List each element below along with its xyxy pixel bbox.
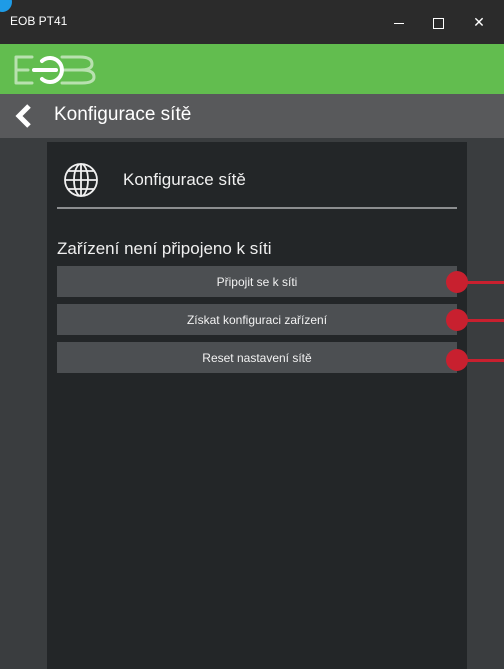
callout-marker [446, 309, 468, 331]
maximize-icon[interactable] [425, 12, 451, 32]
panel-title: Konfigurace sítě [123, 170, 246, 189]
connect-network-button[interactable]: Připojit se k síti [57, 266, 457, 297]
callout-marker [446, 271, 468, 293]
callout-marker [446, 349, 468, 371]
globe-icon [64, 163, 98, 197]
window-titlebar: EOB PT41 ✕ [0, 0, 504, 44]
eob-logo [14, 55, 96, 85]
network-config-panel [47, 142, 467, 669]
minimize-icon[interactable] [386, 12, 412, 32]
get-device-config-button[interactable]: Získat konfiguraci zařízení [57, 304, 457, 335]
navigation-bar: Konfigurace sítě [0, 94, 504, 138]
brand-bar [0, 44, 504, 94]
close-icon[interactable]: ✕ [466, 12, 492, 32]
chevron-left-icon[interactable] [12, 104, 38, 128]
reset-network-settings-button[interactable]: Reset nastavení sítě [57, 342, 457, 373]
divider [57, 207, 457, 209]
page-title: Konfigurace sítě [54, 104, 192, 125]
window-title: EOB PT41 [10, 14, 68, 28]
connection-status: Zařízení není připojeno k síti [57, 239, 272, 258]
